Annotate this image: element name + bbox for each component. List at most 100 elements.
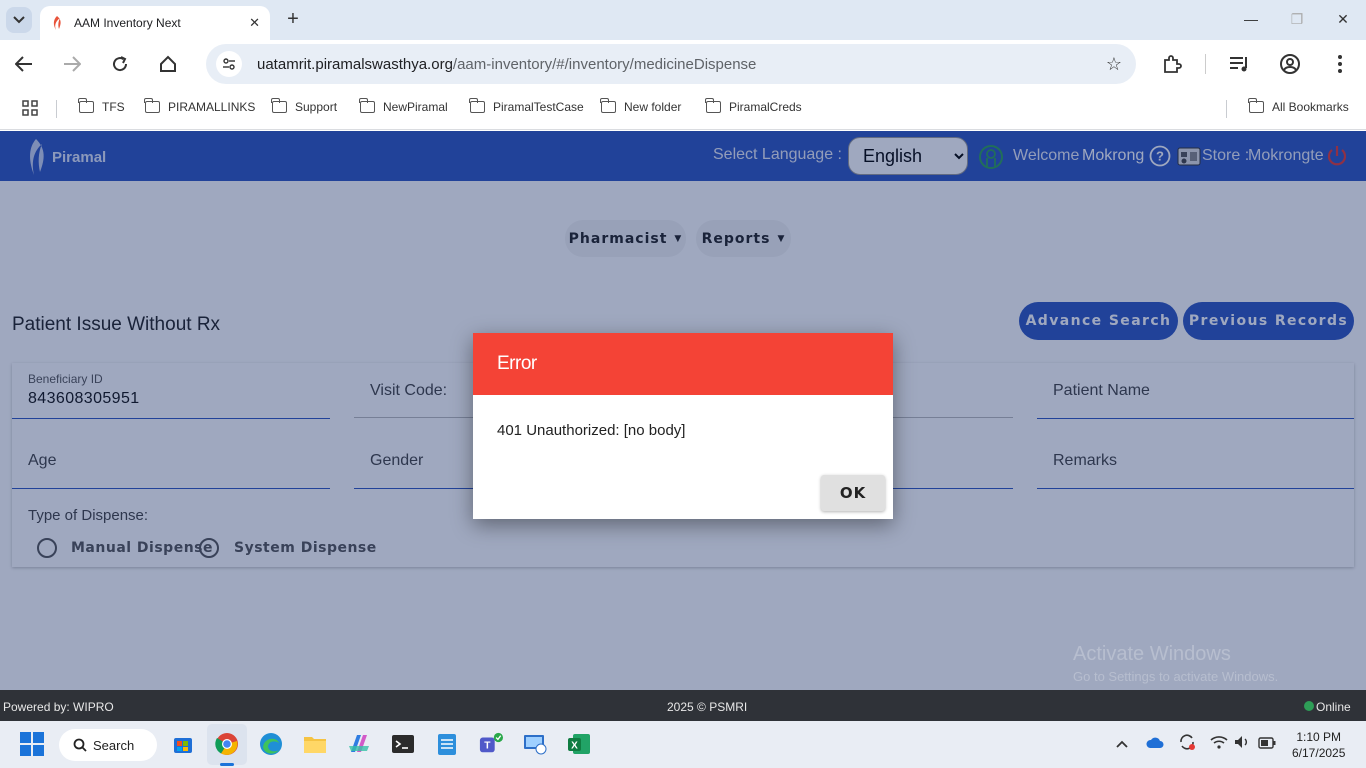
extensions-button[interactable] [1160,52,1184,76]
apps-grid-icon [22,100,38,116]
notepad-app-icon[interactable] [435,732,459,756]
home-icon [160,55,176,72]
tab-search-button[interactable] [6,7,32,33]
tab-close-icon[interactable]: ✕ [249,15,260,31]
excel-app-icon[interactable]: X [567,732,591,756]
bookmark-label: Support [295,100,338,114]
bookmark-folder-piramaltestcase[interactable]: PiramalTestCase [469,98,584,114]
bookmark-folder-tfs[interactable]: TFS [78,98,125,114]
online-status-text: Online [1316,700,1351,714]
bookmark-folder-piramallinks[interactable]: PIRAMALLINKS [144,98,256,114]
sync-icon[interactable] [1178,733,1196,754]
piramal-favicon-icon [50,16,64,30]
folder-icon [271,98,287,113]
bookmark-label: PIRAMALLINKS [168,100,256,114]
m365-app-icon[interactable] [347,732,371,756]
folder-icon [78,98,94,113]
reload-button[interactable] [108,52,132,76]
all-bookmarks-button[interactable]: All Bookmarks [1248,98,1349,114]
bookmarks-divider [1226,100,1227,118]
error-dialog-message: 401 Unauthorized: [no body] [497,422,686,439]
url-path: /aam-inventory/#/inventory/medicineDispe… [452,55,757,73]
search-icon [73,738,87,752]
svg-text:X: X [571,741,578,752]
reload-icon [113,56,128,72]
bookmark-folder-newpiramal[interactable]: NewPiramal [359,98,448,114]
teams-app-icon[interactable]: T [479,732,503,756]
folder-icon [705,98,721,113]
media-controls-button[interactable] [1228,52,1252,76]
arrow-left-icon [15,56,32,72]
bookmark-label: NewPiramal [383,100,448,114]
browser-menu-button[interactable] [1328,52,1352,76]
folder-icon [600,98,616,113]
chrome-app-icon[interactable] [215,732,239,756]
arrow-right-icon [64,56,81,72]
chevron-down-icon [13,16,25,24]
playlist-icon [1230,57,1247,72]
minimize-button[interactable]: — [1228,6,1274,32]
puzzle-icon [1164,55,1182,73]
ok-button[interactable]: OK [821,475,885,511]
battery-icon[interactable] [1258,736,1276,752]
activate-windows-subtitle: Go to Settings to activate Windows. [1073,669,1279,684]
windows-start-button[interactable] [20,732,44,756]
toolbar-divider [1205,54,1206,74]
clock-time: 1:10 PM [1296,730,1342,744]
wifi-icon[interactable] [1210,735,1228,752]
tray-overflow-chevron-icon[interactable] [1116,735,1128,751]
terminal-app-icon[interactable] [391,732,415,756]
profile-button[interactable] [1278,52,1302,76]
back-button[interactable] [12,52,36,76]
svg-text:T: T [484,741,491,752]
taskbar-search-label: Search [93,737,135,753]
folder-icon [1248,98,1264,113]
all-bookmarks-label: All Bookmarks [1272,100,1349,114]
active-app-indicator [220,763,234,766]
bookmark-folder-piramalcreds[interactable]: PiramalCreds [705,98,802,114]
windows-taskbar: Search T X 1:10 PM 6/17/2025 [0,721,1366,768]
app-footer: Powered by: WIPRO 2025 © PSMRI Online [0,690,1366,721]
bookmark-label: TFS [102,100,125,114]
folder-icon [144,98,160,113]
home-button[interactable] [156,52,180,76]
error-dialog-title: Error [473,333,893,395]
clock-date: 6/17/2025 [1292,746,1346,760]
forward-button[interactable] [60,52,84,76]
account-circle-icon [1280,54,1300,74]
windows-logo-icon [20,732,44,756]
site-settings-icon[interactable] [216,51,242,77]
taskbar-search[interactable]: Search [59,729,157,761]
powered-by-text: Powered by: WIPRO [3,700,114,714]
file-explorer-icon[interactable] [303,732,327,756]
bookmark-star-icon[interactable]: ☆ [1106,54,1122,75]
browser-tabstrip: AAM Inventory Next ✕ + — ❐ ✕ [0,0,1366,40]
url-host: uatamrit.piramalswasthya.org [257,55,453,73]
tab-title: AAM Inventory Next [74,16,181,30]
new-tab-button[interactable]: + [282,8,304,31]
store-app-icon[interactable] [171,732,195,756]
folder-icon [469,98,485,113]
restore-button[interactable]: ❐ [1274,6,1320,32]
apps-button[interactable] [22,100,38,116]
remote-desktop-icon[interactable] [523,732,547,756]
copyright-text: 2025 © PSMRI [667,700,748,714]
bookmark-label: New folder [624,100,682,114]
close-window-button[interactable]: ✕ [1320,6,1366,32]
url-text: uatamrit.piramalswasthya.org/aam-invento… [257,56,756,73]
volume-icon[interactable] [1234,735,1250,752]
address-bar[interactable]: uatamrit.piramalswasthya.org/aam-invento… [206,44,1136,84]
browser-toolbar: uatamrit.piramalswasthya.org/aam-invento… [0,40,1366,88]
bookmarks-divider [56,100,57,118]
more-vert-icon [1338,55,1342,73]
error-dialog: Error 401 Unauthorized: [no body] OK [473,333,893,519]
bookmark-folder-support[interactable]: Support [271,98,338,114]
folder-icon [359,98,375,113]
bookmark-label: PiramalTestCase [493,100,584,114]
bookmarks-bar: TFS PIRAMALLINKS Support NewPiramal Pira… [0,88,1366,130]
onedrive-cloud-icon[interactable] [1146,736,1164,752]
browser-tab[interactable]: AAM Inventory Next ✕ [40,6,270,40]
taskbar-clock[interactable]: 1:10 PM 6/17/2025 [1292,729,1345,761]
bookmark-folder-new-folder[interactable]: New folder [600,98,682,114]
edge-app-icon[interactable] [259,732,283,756]
